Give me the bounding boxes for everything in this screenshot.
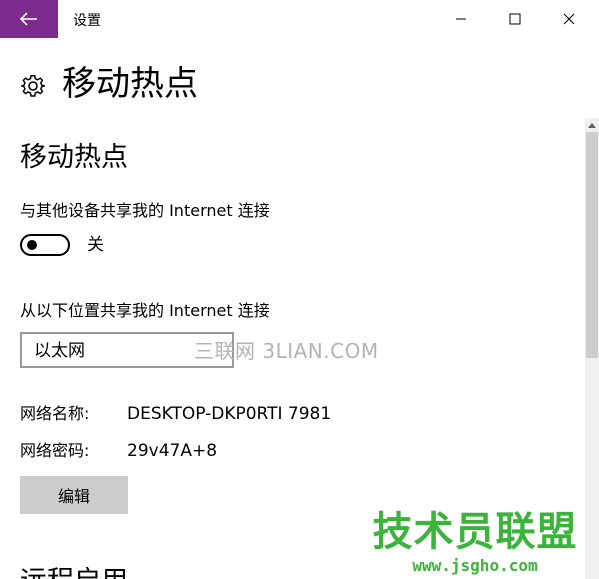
hotspot-toggle[interactable] (20, 234, 70, 256)
gear-icon (20, 73, 46, 103)
site-watermark: 三联网 3LIAN.COM (194, 339, 379, 363)
scroll-up-button[interactable] (585, 118, 599, 132)
maximize-icon (509, 13, 521, 25)
brand-watermark-url: www.jsgho.com (412, 556, 538, 575)
network-name-value: DESKTOP-DKP0RTI 7981 (127, 404, 332, 424)
maximize-button[interactable] (492, 0, 538, 38)
back-arrow-icon (20, 12, 37, 26)
brand-watermark-name: 技术员联盟 (372, 509, 578, 555)
network-password-label: 网络密码: (20, 441, 90, 460)
minimize-button[interactable] (438, 0, 484, 38)
toggle-state-label: 关 (87, 235, 104, 255)
brand-watermark: 技术员联盟 www.jsgho.com (366, 508, 584, 576)
network-password-value: 29v47A+8 (127, 441, 218, 461)
section-title-hotspot: 移动热点 (20, 142, 128, 173)
section-title-remote: 远程启用 (20, 562, 128, 579)
settings-window: 设置 移动热点 移动热点 与其他设备共享我的 Internet 连接 关 从以下… (0, 0, 599, 579)
share-from-value: 以太网 (34, 341, 85, 361)
close-button[interactable] (546, 0, 592, 38)
edit-button[interactable]: 编辑 (20, 476, 128, 514)
minimize-icon (456, 18, 466, 20)
back-button[interactable] (0, 0, 58, 38)
toggle-knob (27, 240, 37, 250)
page-title: 移动热点 (62, 64, 198, 104)
scroll-thumb[interactable] (586, 132, 598, 358)
close-icon (563, 13, 575, 25)
share-from-label: 从以下位置共享我的 Internet 连接 (20, 301, 270, 320)
share-connection-label: 与其他设备共享我的 Internet 连接 (20, 201, 270, 220)
title-bar: 设置 (0, 0, 599, 38)
scrollbar[interactable] (585, 118, 599, 579)
network-name-label: 网络名称: (20, 404, 90, 423)
scroll-up-icon (588, 123, 596, 128)
window-title: 设置 (73, 13, 101, 29)
